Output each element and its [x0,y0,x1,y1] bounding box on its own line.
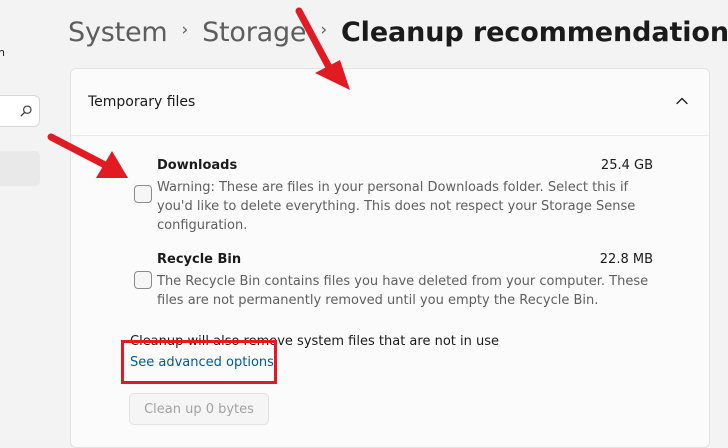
sidebar-search-box[interactable] [0,95,40,127]
item-description: The Recycle Bin contains files you have … [157,274,649,308]
temporary-files-header[interactable]: Temporary files [71,69,709,136]
cleanup-button[interactable]: Clean up 0 bytes [129,393,269,425]
breadcrumb-separator: › [320,20,327,40]
sidebar-selected-item[interactable] [0,151,40,186]
breadcrumb-separator: › [181,20,189,40]
temporary-files-card: Temporary files Downloads 25.4 GB Warnin… [70,68,710,448]
chevron-up-icon[interactable] [675,94,689,108]
item-name: Downloads [157,158,238,173]
recycle-bin-checkbox[interactable] [134,271,152,289]
section-title: Temporary files [88,94,196,110]
sidebar-clipped-label: n [0,46,5,59]
search-icon[interactable] [19,104,33,118]
item-description: Warning: These are files in your persona… [157,180,636,233]
downloads-checkbox[interactable] [134,185,152,203]
item-name: Recycle Bin [157,252,242,267]
page-title: Cleanup recommendations [340,16,728,48]
item-size: 22.8 MB [599,252,653,267]
breadcrumb-storage[interactable]: Storage [202,17,306,48]
item-size: 25.4 GB [600,158,653,173]
annotation-highlight-box [121,340,277,384]
breadcrumb: System › Storage › Cleanup recommendatio… [68,12,728,52]
breadcrumb-system[interactable]: System [68,17,168,48]
